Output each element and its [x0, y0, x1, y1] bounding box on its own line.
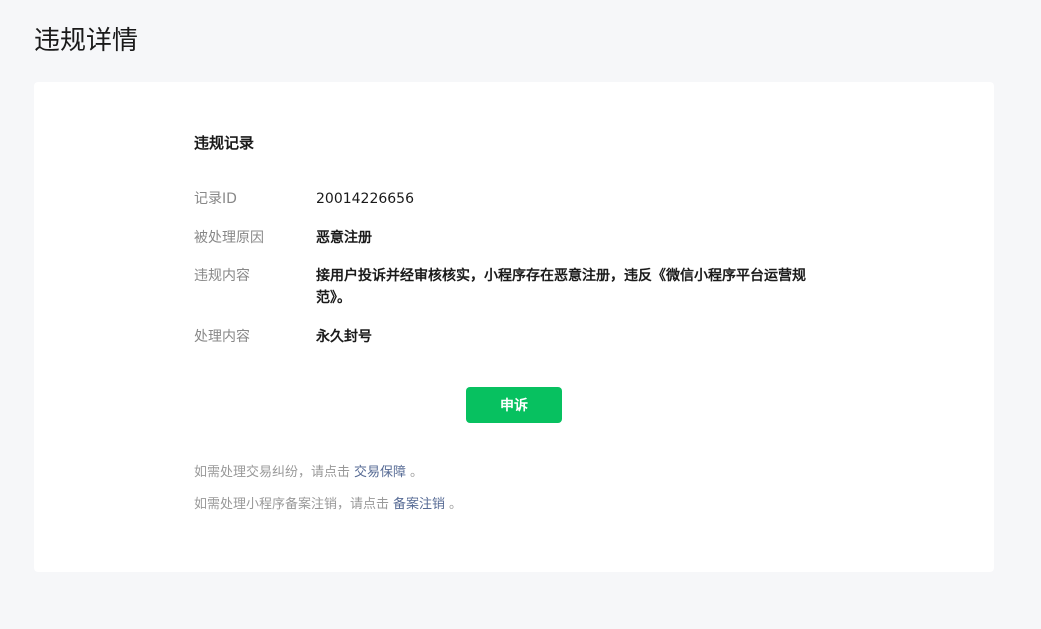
trade-dispute-note-suffix: 。	[410, 465, 424, 480]
violation-detail-card: 违规记录 记录ID 20014226656 被处理原因 恶意注册 违规内容 接用…	[34, 82, 994, 572]
appeal-button[interactable]: 申诉	[466, 387, 562, 423]
record-id-label: 记录ID	[194, 191, 237, 207]
filing-cancel-note: 如需处理小程序备案注销，请点击 备案注销。	[194, 495, 462, 515]
reason-value: 恶意注册	[316, 230, 372, 246]
trade-dispute-note-text: 如需处理交易纠纷，请点击	[194, 465, 351, 480]
reason-label: 被处理原因	[194, 230, 264, 246]
filing-cancel-note-suffix: 。	[449, 497, 463, 512]
trade-dispute-note: 如需处理交易纠纷，请点击 交易保障。	[194, 463, 423, 483]
record-id-row: 记录ID 20014226656	[194, 188, 854, 210]
action-row: 处理内容 永久封号	[194, 326, 854, 348]
section-title: 违规记录	[194, 134, 255, 152]
page-title: 违规详情	[34, 26, 139, 56]
reason-row: 被处理原因 恶意注册	[194, 227, 854, 249]
violation-content-label: 违规内容	[194, 268, 250, 284]
violation-content-row: 违规内容 接用户投诉并经审核核实，小程序存在恶意注册，违反《微信小程序平台运营规…	[194, 265, 854, 309]
filing-cancel-link[interactable]: 备案注销	[393, 497, 445, 512]
action-value: 永久封号	[316, 329, 372, 345]
trade-protection-link[interactable]: 交易保障	[354, 465, 406, 480]
record-id-value: 20014226656	[316, 191, 414, 207]
filing-cancel-note-text: 如需处理小程序备案注销，请点击	[194, 497, 390, 512]
violation-content-value: 接用户投诉并经审核核实，小程序存在恶意注册，违反《微信小程序平台运营规范》。	[316, 268, 806, 306]
action-label: 处理内容	[194, 329, 250, 345]
